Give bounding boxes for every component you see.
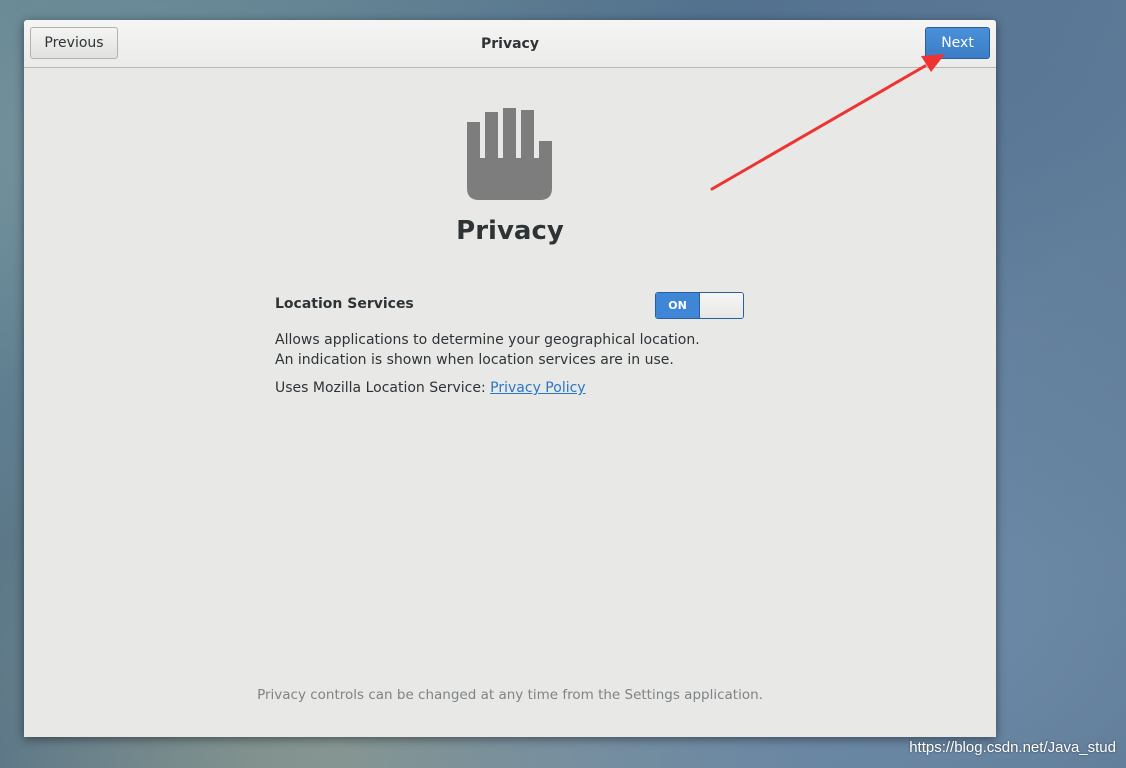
setup-window: Previous Privacy Next Privacy Location S… <box>24 20 996 737</box>
watermark-text: https://blog.csdn.net/Java_stud <box>909 739 1116 756</box>
location-services-label: Location Services <box>275 296 414 312</box>
toggle-on-label: ON <box>656 293 700 318</box>
toggle-knob[interactable] <box>700 293 743 318</box>
hand-stop-icon <box>467 108 552 200</box>
location-services-toggle[interactable]: ON <box>655 292 744 319</box>
privacy-policy-link[interactable]: Privacy Policy <box>490 380 585 396</box>
previous-button[interactable]: Previous <box>30 27 118 59</box>
next-button[interactable]: Next <box>925 27 990 59</box>
footer-note: Privacy controls can be changed at any t… <box>257 687 763 703</box>
window-title: Privacy <box>481 35 539 52</box>
location-service-info: Uses Mozilla Location Service: Privacy P… <box>275 380 586 396</box>
page-title: Privacy <box>456 216 564 246</box>
header-bar: Previous Privacy Next <box>24 20 996 68</box>
location-service-prefix: Uses Mozilla Location Service: <box>275 380 491 396</box>
location-description: Allows applications to determine your ge… <box>275 332 700 368</box>
